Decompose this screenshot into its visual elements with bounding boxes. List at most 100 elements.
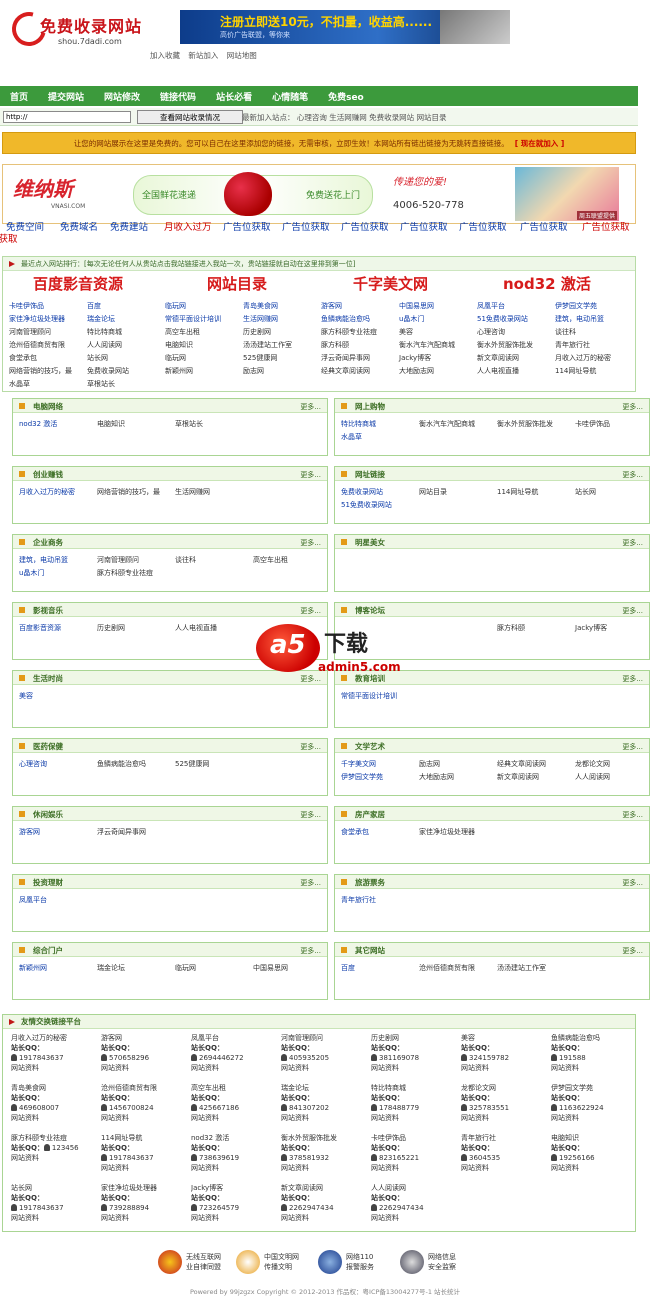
flower-ad-banner[interactable]: 维纳斯 VNASI.COM 全国鲜花速递 免费送花上门 传递您的爱! 4006-… [2,164,636,224]
ranking-site-link[interactable]: 经典文章阅读网 [321,366,370,376]
more-link[interactable]: 更多... [300,946,321,956]
site-info-link[interactable]: 网站资料 [101,1063,189,1073]
category-site-link[interactable]: 高空车出租 [253,555,288,565]
friend-site-name[interactable]: 站长网 [11,1183,99,1193]
category-site-link[interactable]: 特比特商城 [341,419,376,429]
friend-site-name[interactable]: 凤凰平台 [191,1033,279,1043]
more-link[interactable]: 更多... [622,946,643,956]
category-site-link[interactable]: 网络营销的技巧，最 [97,487,160,497]
category-site-link[interactable]: 新颖州网 [19,963,47,973]
category-site-link[interactable]: 站长网 [575,487,596,497]
ranking-site-link[interactable]: 汤汤建站工作室 [243,340,292,350]
more-link[interactable]: 更多... [300,538,321,548]
category-site-link[interactable]: 鱼鳞病能治愈吗 [97,759,146,769]
category-site-link[interactable]: 水晶草 [341,432,362,442]
site-info-link[interactable]: 网站资料 [11,1213,99,1223]
ranking-site-link[interactable]: 大地励志网 [399,366,434,376]
site-info-link[interactable]: 网站资料 [11,1063,99,1073]
ranking-site-link[interactable]: 新颖州网 [165,366,193,376]
category-site-link[interactable]: 游客网 [19,827,40,837]
ranking-site-link[interactable]: 百度 [87,301,101,311]
ad-link[interactable]: 广告位获取 [341,222,389,234]
recent-site-link[interactable]: 免费收录网站 [369,113,414,122]
ranking-site-link[interactable]: 站长网 [87,353,108,363]
friend-site-name[interactable]: 电脑知识 [551,1133,639,1143]
ad-link[interactable]: 广告位获取 [223,222,271,234]
site-info-link[interactable]: 网站资料 [101,1163,189,1173]
ranking-site-link[interactable]: 新文章阅读网 [477,353,519,363]
site-info-link[interactable]: 网站资料 [371,1213,459,1223]
nav-modify[interactable]: 网站修改 [104,90,140,103]
ranking-site-link[interactable]: 临玩网 [165,301,186,311]
ranking-site-link[interactable]: 衡水汽车汽配商城 [399,340,455,350]
ranking-site-link[interactable]: 草根站长 [87,379,115,389]
site-info-link[interactable]: 网站资料 [551,1113,639,1123]
site-info-link[interactable]: 网站资料 [191,1163,279,1173]
more-link[interactable]: 更多... [622,606,643,616]
category-site-link[interactable]: 龙都论文网 [575,759,610,769]
ranking-site-link[interactable]: 特比特商城 [87,327,122,337]
ranking-site-link[interactable]: 高空车出租 [165,327,200,337]
more-link[interactable]: 更多... [300,606,321,616]
ranking-site-link[interactable]: 青岛美食网 [243,301,278,311]
category-site-link[interactable]: 经典文章阅读网 [497,759,546,769]
join-now-link[interactable]: [ 现在就加入 ] [515,138,565,149]
ranking-site-link[interactable]: 河南管理顾问 [9,327,51,337]
ranking-site-link[interactable]: 水晶草 [9,379,30,389]
category-site-link[interactable]: 建筑，电动吊篮 [19,555,68,565]
nav-free-seo[interactable]: 免费seo [328,90,364,103]
category-site-link[interactable]: 衡水汽车汽配商城 [419,419,475,429]
ranking-site-link[interactable]: 沧州佰德商贸有限 [9,340,65,350]
site-info-link[interactable]: 网站资料 [281,1163,369,1173]
category-site-link[interactable]: 网站目录 [419,487,447,497]
ad-link[interactable]: 免费空间 [6,222,44,234]
more-link[interactable]: 更多... [300,470,321,480]
site-info-link[interactable]: 网站资料 [281,1113,369,1123]
category-site-link[interactable]: 瑞金论坛 [97,963,125,973]
ranking-site-link[interactable]: 卡哇伊饰品 [9,301,44,311]
category-site-link[interactable]: 525健康网 [175,759,209,769]
more-link[interactable]: 更多... [300,402,321,412]
friend-site-name[interactable]: 河南管理顾问 [281,1033,369,1043]
more-link[interactable]: 更多... [622,538,643,548]
category-site-link[interactable]: 豚方科颐 [497,623,525,633]
site-info-link[interactable]: 网站资料 [281,1213,369,1223]
more-link[interactable]: 更多... [622,674,643,684]
ranking-site-link[interactable]: 凤凰平台 [477,301,505,311]
more-link[interactable]: 更多... [622,878,643,888]
friend-site-name[interactable]: 伊梦园文学苑 [551,1083,639,1093]
header-banner-ad[interactable]: 注册立即送10元，不扣量，收益高...... 高价广告联盟，等你来 [180,10,510,44]
ranking-site-link[interactable]: 建筑，电动吊篮 [555,314,604,324]
friend-site-name[interactable]: 历史剧网 [371,1033,459,1043]
ranking-site-link[interactable]: 家佳净垃圾处理器 [9,314,65,324]
recent-site-link[interactable]: 心理咨询 [297,113,327,122]
ad-link[interactable]: 广告位获取 [282,222,330,234]
recent-site-link[interactable]: 网站目录 [417,113,447,122]
site-info-link[interactable]: 网站资料 [11,1153,99,1163]
site-info-link[interactable]: 网站资料 [371,1063,459,1073]
category-site-link[interactable]: 豚方科颐专业祛痘 [97,568,153,578]
friend-site-name[interactable]: 青年旅行社 [461,1133,549,1143]
category-site-link[interactable]: 免费收录网站 [341,487,383,497]
category-site-link[interactable]: 草根站长 [175,419,203,429]
category-site-link[interactable]: 大地励志网 [419,772,454,782]
more-link[interactable]: 更多... [622,402,643,412]
ranking-site-link[interactable]: 美容 [399,327,413,337]
category-site-link[interactable]: 谈往科 [175,555,196,565]
friend-site-name[interactable]: 鱼鳞病能治愈吗 [551,1033,639,1043]
site-logo[interactable]: 免费收录网站 shou.7dadi.com [5,5,152,53]
category-site-link[interactable]: 凤凰平台 [19,895,47,905]
site-info-link[interactable]: 网站资料 [461,1063,549,1073]
category-site-link[interactable]: nod32 激活 [19,419,57,429]
category-site-link[interactable]: 河南管理顾问 [97,555,139,565]
category-site-link[interactable]: 伊梦园文学苑 [341,772,383,782]
add-favorite-link[interactable]: 加入收藏 [150,51,180,60]
ad-link[interactable]: 广告位获取 [0,234,18,246]
friend-site-name[interactable]: Jacky博客 [191,1183,279,1193]
ranking-site-link[interactable]: 浮云奇闻异事网 [321,353,370,363]
nav-submit[interactable]: 提交网站 [48,90,84,103]
friend-site-name[interactable]: 青岛美食网 [11,1083,99,1093]
ranking-site-link[interactable]: 豚方科颐专业祛痘 [321,327,377,337]
category-site-link[interactable]: 人人电视直播 [175,623,217,633]
category-site-link[interactable]: 汤汤建站工作室 [497,963,546,973]
